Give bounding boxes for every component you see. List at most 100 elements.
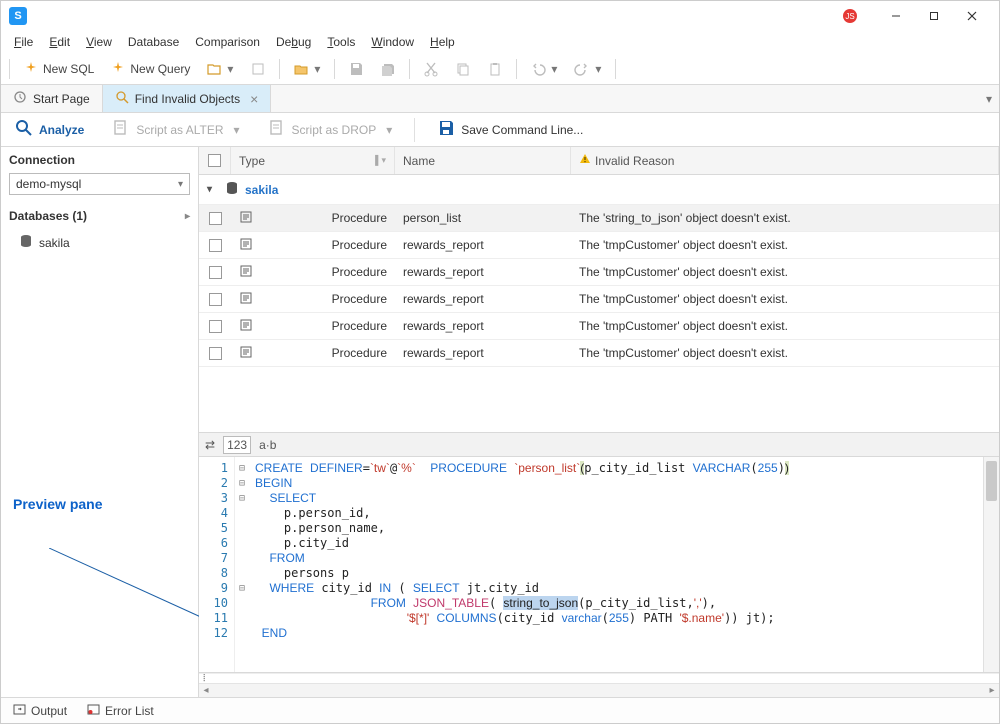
cut-button[interactable] [418,58,444,80]
app-logo-icon: S [9,7,27,25]
tab-find-invalid-objects[interactable]: Find Invalid Objects × [103,85,272,112]
minimize-button[interactable] [877,4,915,28]
header-reason[interactable]: Invalid Reason [571,147,999,174]
redo-button[interactable]: ▾ [569,58,607,80]
tab-close-icon[interactable]: × [250,91,258,107]
menu-comparison[interactable]: Comparison [188,33,267,51]
menu-window[interactable]: Window [364,33,421,51]
maximize-button[interactable] [915,4,953,28]
procedure-icon [239,237,253,254]
new-sql-button[interactable]: New SQL [18,58,99,80]
database-name: sakila [39,236,70,250]
menu-help[interactable]: Help [423,33,462,51]
cell-name: rewards_report [403,292,484,306]
connection-value: demo-mysql [16,177,81,191]
analyze-label: Analyze [39,123,84,137]
grid-row[interactable]: Procedurerewards_reportThe 'tmpCustomer'… [199,232,999,259]
menu-tools[interactable]: Tools [320,33,362,51]
preview-toolbar: ⇄ 123 a·b [199,433,999,457]
editor-vertical-scrollbar[interactable] [983,457,999,672]
paste-button[interactable] [482,58,508,80]
grid-empty-area [199,367,999,433]
menu-database[interactable]: Database [121,33,186,51]
status-output[interactable]: Output [13,703,67,719]
tab-start-page[interactable]: Start Page [1,85,103,112]
connection-label: Connection [1,147,198,171]
header-name[interactable]: Name [395,147,571,174]
cell-name: rewards_report [403,319,484,333]
error-list-icon [87,703,100,719]
code-content[interactable]: CREATE DEFINER=`tw`@`%` PROCEDURE `perso… [249,457,983,672]
row-checkbox[interactable] [209,320,222,333]
menu-file[interactable]: File [7,33,40,51]
row-checkbox[interactable] [209,212,222,225]
row-checkbox[interactable] [209,266,222,279]
notification-badge[interactable]: JS [843,9,857,23]
menu-debug[interactable]: Debug [269,33,318,51]
toolbar-separator [409,59,410,79]
preview-tool-text[interactable]: a·b [259,438,276,452]
undo-button[interactable]: ▾ [525,58,563,80]
grid-row[interactable]: Procedurerewards_reportThe 'tmpCustomer'… [199,340,999,367]
cell-name: rewards_report [403,265,484,279]
search-warning-icon [115,90,129,107]
close-button[interactable] [953,4,991,28]
open-button[interactable]: ▾ [288,58,326,80]
editor-split-handle[interactable]: ⦙⦙ [199,673,999,683]
save-button[interactable] [343,58,369,80]
editor-horizontal-scrollbar[interactable]: ◂▸ [199,683,999,697]
grid-row[interactable]: Procedurerewards_reportThe 'tmpCustomer'… [199,259,999,286]
cell-type: Procedure [332,292,387,306]
status-error-list[interactable]: Error List [87,703,154,719]
grid-row[interactable]: Procedureperson_listThe 'string_to_json'… [199,205,999,232]
analyze-button[interactable]: Analyze [9,115,90,144]
cell-name: rewards_report [403,238,484,252]
row-checkbox[interactable] [209,239,222,252]
grid-row[interactable]: Procedurerewards_reportThe 'tmpCustomer'… [199,313,999,340]
fold-gutter[interactable]: ⊟⊟⊟ ⊟ [235,457,249,672]
databases-label[interactable]: Databases (1) ▸ [1,203,198,227]
sql-sparkle-icon [23,61,39,77]
grid-row[interactable]: Procedurerewards_reportThe 'tmpCustomer'… [199,286,999,313]
cell-name: person_list [403,211,461,225]
preview-tool-1[interactable]: ⇄ [205,438,215,452]
tabs-overflow-button[interactable]: ▾ [979,85,999,112]
header-type[interactable]: Type▌▾ [231,147,395,174]
menu-view[interactable]: View [79,33,119,51]
grid-header: Type▌▾ Name Invalid Reason [199,147,999,175]
grid-group-row[interactable]: ▾ sakila [199,175,999,205]
script-drop-button[interactable]: Script as DROP ▾ [262,115,399,144]
menu-edit[interactable]: Edit [42,33,77,51]
group-name: sakila [245,183,278,197]
left-panel: Connection demo-mysql ▾ Databases (1) ▸ … [1,147,199,697]
database-icon [19,234,33,251]
database-item[interactable]: sakila [9,231,190,254]
save-command-line-button[interactable]: Save Command Line... [431,115,589,144]
chevron-down-icon: ▾ [207,184,219,195]
tab-label: Find Invalid Objects [135,92,240,106]
procedure-icon [239,210,253,227]
row-checkbox[interactable] [209,293,222,306]
script-alter-button[interactable]: Script as ALTER ▾ [106,115,245,144]
action-bar: Analyze Script as ALTER ▾ Script as DROP… [1,113,999,147]
line-numbers: 123456789101112 [199,457,235,672]
menu-bar: File Edit View Database Comparison Debug… [1,31,999,53]
copy-button[interactable] [450,58,476,80]
preview-tool-num[interactable]: 123 [223,436,251,454]
save-all-button[interactable] [375,58,401,80]
connection-dropdown[interactable]: demo-mysql ▾ [9,173,190,195]
right-panel: Type▌▾ Name Invalid Reason ▾ sakila Proc… [199,147,999,697]
chevron-right-icon: ▸ [185,211,190,222]
cell-name: rewards_report [403,346,484,360]
tool-button-1[interactable] [245,58,271,80]
toolbar-separator [279,59,280,79]
sql-editor[interactable]: 123456789101112 ⊟⊟⊟ ⊟ CREATE DEFINER=`tw… [199,457,999,673]
save-cmd-label: Save Command Line... [461,123,583,137]
header-check[interactable] [199,147,231,174]
cell-type: Procedure [332,211,387,225]
script-icon [112,119,130,140]
procedure-icon [239,264,253,281]
open-file-button[interactable]: ▾ [201,58,239,80]
new-query-button[interactable]: New Query [105,58,195,80]
row-checkbox[interactable] [209,347,222,360]
